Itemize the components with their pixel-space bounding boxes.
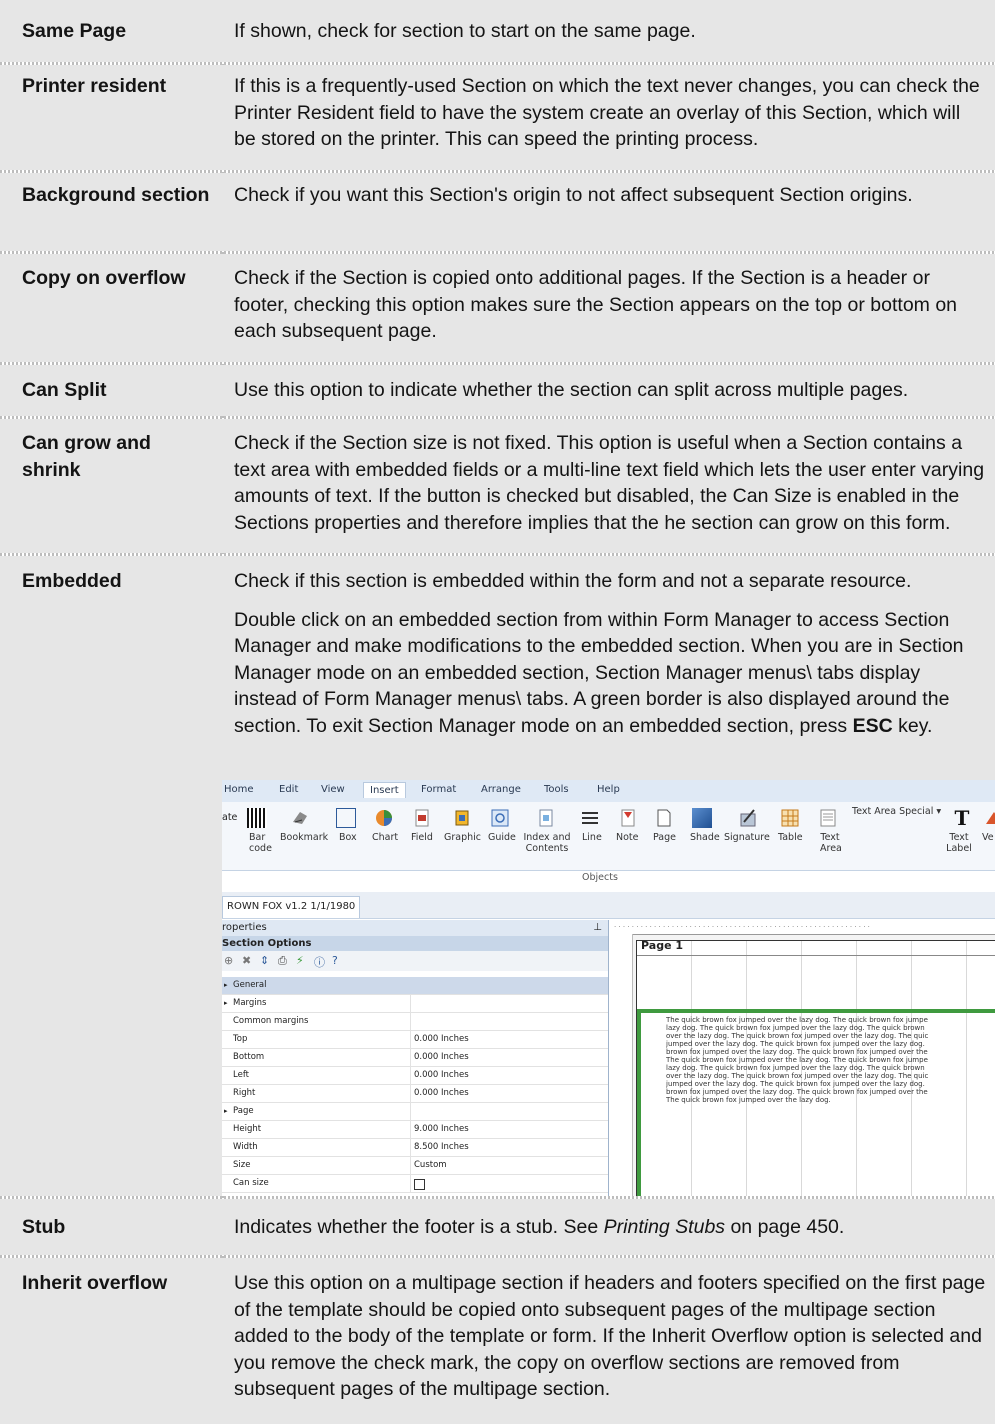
option-name: Background section <box>22 184 210 206</box>
property-row-general[interactable]: ▸ General <box>222 977 608 995</box>
field-icon <box>412 808 432 828</box>
sample-text-line: lazy dog. The quick brown fox jumped ove… <box>666 1024 925 1032</box>
ribbon-cut-label: ate <box>222 812 238 823</box>
print-icon[interactable]: ⎙ <box>278 954 287 968</box>
text-area-icon <box>818 808 838 828</box>
embedded-detail: Double click on an embedded section from… <box>234 608 964 737</box>
option-name: Copy on overflow <box>22 267 186 289</box>
vertical-ruler <box>614 934 633 1196</box>
option-description: Check if you want this Section's origin … <box>234 184 913 206</box>
option-name: Stub <box>22 1216 66 1238</box>
property-row[interactable]: Can size <box>222 1175 608 1193</box>
chart-icon <box>374 808 394 828</box>
option-name: Can Split <box>22 379 107 401</box>
vector-icon <box>984 808 995 828</box>
option-description: If shown, check for section to start on … <box>234 20 696 42</box>
line-icon <box>580 808 600 828</box>
can-size-checkbox[interactable] <box>414 1179 425 1190</box>
properties-toolbar: ⊕ ✖ ⇕ ⎙ ⚡ ⓘ ? <box>222 951 608 971</box>
property-row[interactable]: Width 8.500 Inches <box>222 1139 608 1157</box>
pin-icon[interactable]: ⊥ <box>593 920 602 936</box>
sample-text-line: jumped over the lazy dog. The quick brow… <box>666 1080 925 1088</box>
option-description: Use this option to indicate whether the … <box>234 379 909 401</box>
page-canvas: · · · · · · · · · · · · · · · · · · · · … <box>614 920 995 1196</box>
bookmark-icon <box>290 808 310 828</box>
cross-reference-link: Printing Stubs <box>603 1216 726 1238</box>
option-description: Check if the Section size is not fixed. … <box>234 432 985 534</box>
sample-text-line: lazy dog. The quick brown fox jumped ove… <box>666 1064 925 1072</box>
sort-icon[interactable]: ⇕ <box>260 954 269 967</box>
option-description: Check if this section is embedded within… <box>234 568 986 739</box>
property-row[interactable]: Common margins <box>222 1013 608 1031</box>
menu-item-arrange[interactable]: Arrange <box>481 784 521 795</box>
option-description: Indicates whether the footer is a stub. … <box>234 1216 845 1238</box>
sample-text-line: over the lazy dog. The quick brown fox j… <box>666 1072 929 1080</box>
property-row[interactable]: Right 0.000 Inches <box>222 1085 608 1103</box>
menu-item-insert[interactable]: Insert <box>363 782 406 798</box>
sample-text-line: jumped over the lazy dog. The quick brow… <box>666 1040 925 1048</box>
sample-text-line: The quick brown fox jumped over the lazy… <box>666 1056 928 1064</box>
header-divider <box>637 955 995 956</box>
option-name: Inherit overflow <box>22 1272 168 1294</box>
property-row[interactable]: Left 0.000 Inches <box>222 1067 608 1085</box>
text-area-special-dropdown[interactable]: Text Area Special ▾ <box>852 806 941 817</box>
option-name: Same Page <box>22 20 127 42</box>
property-row[interactable]: Top 0.000 Inches <box>222 1031 608 1049</box>
sample-text-line: The quick brown fox jumped over the lazy… <box>666 1096 831 1104</box>
option-name: Can grow and shrink <box>22 432 151 481</box>
text-label-icon: T <box>954 806 970 830</box>
signature-icon <box>738 808 758 828</box>
option-description: Use this option on a multipage section i… <box>234 1272 986 1400</box>
property-row[interactable]: Size Custom <box>222 1157 608 1175</box>
page-label: Page 1 <box>641 939 684 952</box>
properties-title: roperties ⊥ <box>222 920 608 936</box>
section-options-header: Section Options <box>222 936 608 951</box>
menu-bar: Home Edit View Insert Format Arrange Too… <box>222 780 995 803</box>
menu-item-help[interactable]: Help <box>597 784 620 795</box>
property-row-page[interactable]: ▸ Page <box>222 1103 608 1121</box>
shade-icon <box>692 808 712 828</box>
option-name: Printer resident <box>22 75 167 97</box>
option-description: Check if the Section is copied onto addi… <box>234 267 958 342</box>
properties-panel: roperties ⊥ Section Options ⊕ ✖ ⇕ ⎙ ⚡ ⓘ … <box>222 920 609 1196</box>
property-row[interactable]: Height 9.000 Inches <box>222 1121 608 1139</box>
barcode-icon <box>247 808 267 828</box>
property-row[interactable]: Bottom 0.000 Inches <box>222 1049 608 1067</box>
sample-text-line: The quick brown fox jumped over the lazy… <box>666 1016 928 1024</box>
info-icon[interactable]: ⓘ <box>314 954 325 970</box>
add-icon[interactable]: ⊕ <box>224 954 233 967</box>
property-row-margins[interactable]: ▸ Margins <box>222 995 608 1013</box>
ribbon-group-label: Objects <box>582 872 618 883</box>
page-icon <box>654 808 674 828</box>
horizontal-ruler: · · · · · · · · · · · · · · · · · · · · … <box>614 920 995 935</box>
menu-item-home[interactable]: Home <box>224 784 254 795</box>
index-icon <box>536 808 556 828</box>
document-tab-bar: ROWN FOX v1.2 1/1/1980 <box>222 892 995 919</box>
menu-item-format[interactable]: Format <box>421 784 456 795</box>
note-icon <box>618 808 638 828</box>
embedded-screenshot: Home Edit View Insert Format Arrange Too… <box>222 780 995 1196</box>
option-name: Embedded <box>22 570 122 592</box>
menu-item-tools[interactable]: Tools <box>544 784 569 795</box>
option-description: If this is a frequently-used Section on … <box>234 75 980 150</box>
sample-text-line: brown fox jumped over the lazy dog. The … <box>666 1048 928 1056</box>
ribbon: ate Bar code Bookmark Box Chart Field Gr… <box>222 802 995 871</box>
menu-item-view[interactable]: View <box>321 784 345 795</box>
sample-text-line: brown fox jumped over the lazy dog. The … <box>666 1088 928 1096</box>
document-tab[interactable]: ROWN FOX v1.2 1/1/1980 <box>222 896 361 918</box>
sample-text-line: over the lazy dog. The quick brown fox j… <box>666 1032 929 1040</box>
guide-icon <box>490 808 510 828</box>
box-icon <box>336 808 356 828</box>
menu-item-edit[interactable]: Edit <box>279 784 298 795</box>
table-icon <box>780 808 800 828</box>
sample-text: The quick brown fox jumped over the lazy… <box>666 1016 995 1104</box>
graphic-icon <box>452 808 472 828</box>
delete-icon[interactable]: ✖ <box>242 954 251 967</box>
lightning-icon[interactable]: ⚡ <box>296 954 304 967</box>
help-icon[interactable]: ? <box>332 954 338 967</box>
